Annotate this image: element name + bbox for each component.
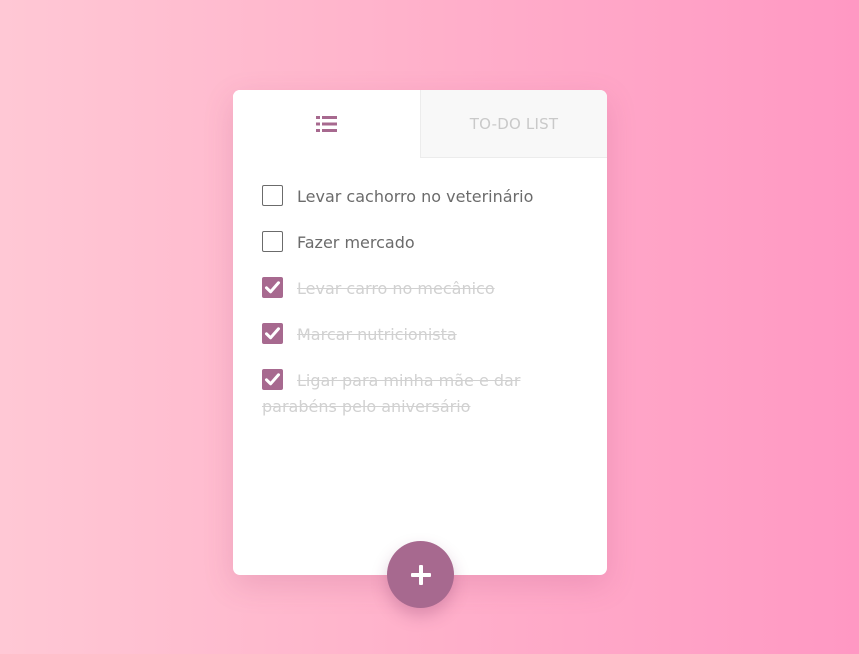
- check-icon: [265, 281, 280, 294]
- todo-list: Levar cachorro no veterinário Fazer merc…: [233, 158, 607, 420]
- todo-item[interactable]: Levar cachorro no veterinário: [262, 184, 578, 210]
- todo-item[interactable]: Fazer mercado: [262, 230, 578, 256]
- todo-card: TO-DO LIST Levar cachorro no veterinário…: [233, 90, 607, 575]
- add-task-button[interactable]: [387, 541, 454, 608]
- tab-todo-list[interactable]: TO-DO LIST: [420, 90, 607, 158]
- plus-icon: [410, 564, 431, 585]
- check-icon: [265, 373, 280, 386]
- tab-todo-list-label: TO-DO LIST: [469, 114, 559, 133]
- checkbox[interactable]: [262, 277, 283, 298]
- checkbox[interactable]: [262, 231, 283, 252]
- todo-item[interactable]: Marcar nutricionista: [262, 322, 578, 348]
- tab-bar: TO-DO LIST: [233, 90, 607, 158]
- todo-label: Levar cachorro no veterinário: [297, 187, 534, 206]
- checkbox[interactable]: [262, 185, 283, 206]
- todo-label: Levar carro no mecânico: [297, 279, 495, 298]
- check-icon: [265, 327, 280, 340]
- checkbox[interactable]: [262, 323, 283, 344]
- list-icon: [316, 116, 337, 132]
- todo-item[interactable]: Levar carro no mecânico: [262, 276, 578, 302]
- todo-label: Ligar para minha mãe e dar parabéns pelo…: [262, 371, 521, 416]
- todo-label: Marcar nutricionista: [297, 325, 457, 344]
- todo-label: Fazer mercado: [297, 233, 415, 252]
- checkbox[interactable]: [262, 369, 283, 390]
- tab-list[interactable]: [233, 90, 420, 158]
- todo-item[interactable]: Ligar para minha mãe e dar parabéns pelo…: [262, 368, 578, 420]
